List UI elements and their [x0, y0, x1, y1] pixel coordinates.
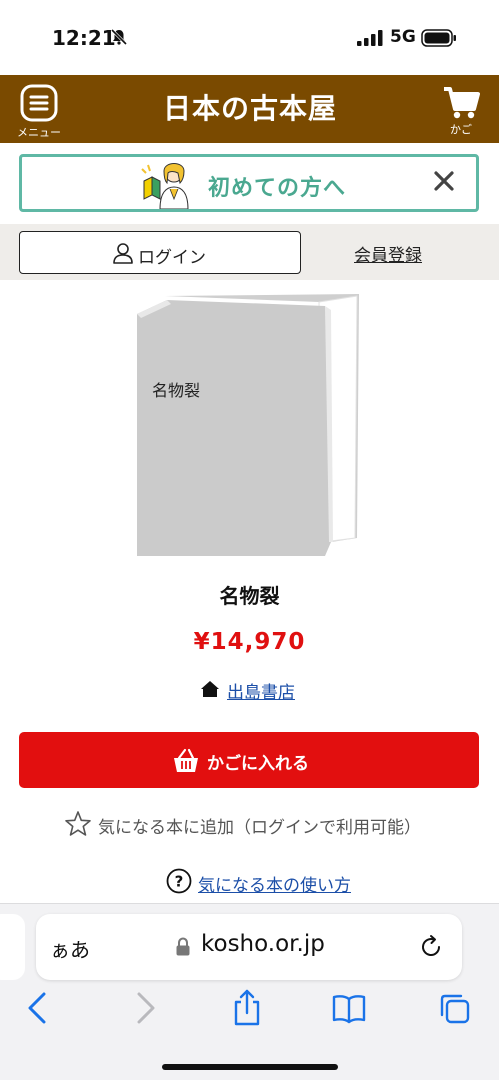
battery-icon [421, 29, 456, 47]
add-to-wishlist[interactable]: 気になる本に追加（ログインで利用可能） [64, 810, 444, 838]
user-icon [113, 243, 133, 264]
page-settings-button[interactable]: ぁあ [50, 934, 90, 963]
home-indicator [162, 1064, 338, 1070]
site-logo[interactable]: 日本の古本屋 [150, 89, 350, 129]
back-icon[interactable] [20, 988, 56, 1028]
status-time: 12:21 [52, 26, 116, 50]
lock-icon [176, 937, 190, 956]
cart-button[interactable]: かご [435, 81, 487, 139]
store-name: 出島書店 [227, 683, 295, 703]
reload-icon[interactable] [418, 934, 444, 960]
previous-tab-preview[interactable] [0, 914, 25, 980]
wishlist-help-label: 気になる本の使い方 [198, 876, 351, 896]
product-title: 名物裂 [219, 584, 280, 608]
guide-woman-illustration-icon [141, 163, 189, 209]
tabs-icon[interactable] [437, 988, 473, 1028]
product-price: ¥14,970 [193, 629, 306, 655]
silent-bell-icon [110, 28, 128, 46]
book-cover-title: 名物裂 [152, 381, 201, 400]
wishlist-help-link[interactable]: ? 気になる本の使い方 [166, 868, 386, 896]
login-button[interactable]: ログイン [19, 231, 301, 274]
cart-label: かご [450, 123, 472, 136]
menu-icon [20, 84, 58, 122]
signal-icon [357, 30, 383, 46]
account-bar: ログイン 会員登録 [0, 224, 499, 280]
add-to-cart-button[interactable]: かごに入れる [19, 732, 479, 788]
cart-icon [444, 87, 480, 119]
address-bar[interactable]: ぁあ kosho.or.jp [36, 914, 462, 980]
menu-label: メニュー [17, 126, 61, 139]
share-icon[interactable] [229, 988, 265, 1028]
network-type: 5G [390, 27, 416, 47]
question-circle-icon: ? [166, 868, 192, 894]
login-label: ログイン [138, 248, 206, 268]
beginners-guide-label: 初めての方へ [208, 176, 347, 201]
close-icon[interactable] [432, 169, 456, 193]
add-to-cart-label: かごに入れる [207, 754, 309, 774]
browser-toolbar: ぁあ kosho.or.jp [0, 903, 499, 1080]
menu-button[interactable]: メニュー [10, 81, 68, 139]
wishlist-label: 気になる本に追加（ログインで利用可能） [98, 818, 421, 838]
register-link[interactable]: 会員登録 [354, 241, 422, 266]
star-outline-icon [65, 811, 91, 836]
svg-text:?: ? [175, 873, 184, 891]
forward-icon[interactable] [127, 988, 163, 1028]
home-icon [201, 681, 219, 697]
beginners-guide-banner[interactable]: 初めての方へ [19, 154, 479, 212]
bookmarks-icon[interactable] [331, 988, 367, 1028]
status-bar: 12:21 5G [0, 0, 499, 75]
book-cover-placeholder [137, 294, 359, 556]
basket-icon [174, 748, 198, 772]
url-text: kosho.or.jp [201, 931, 325, 957]
site-header: メニュー 日本の古本屋 かご [0, 75, 499, 143]
